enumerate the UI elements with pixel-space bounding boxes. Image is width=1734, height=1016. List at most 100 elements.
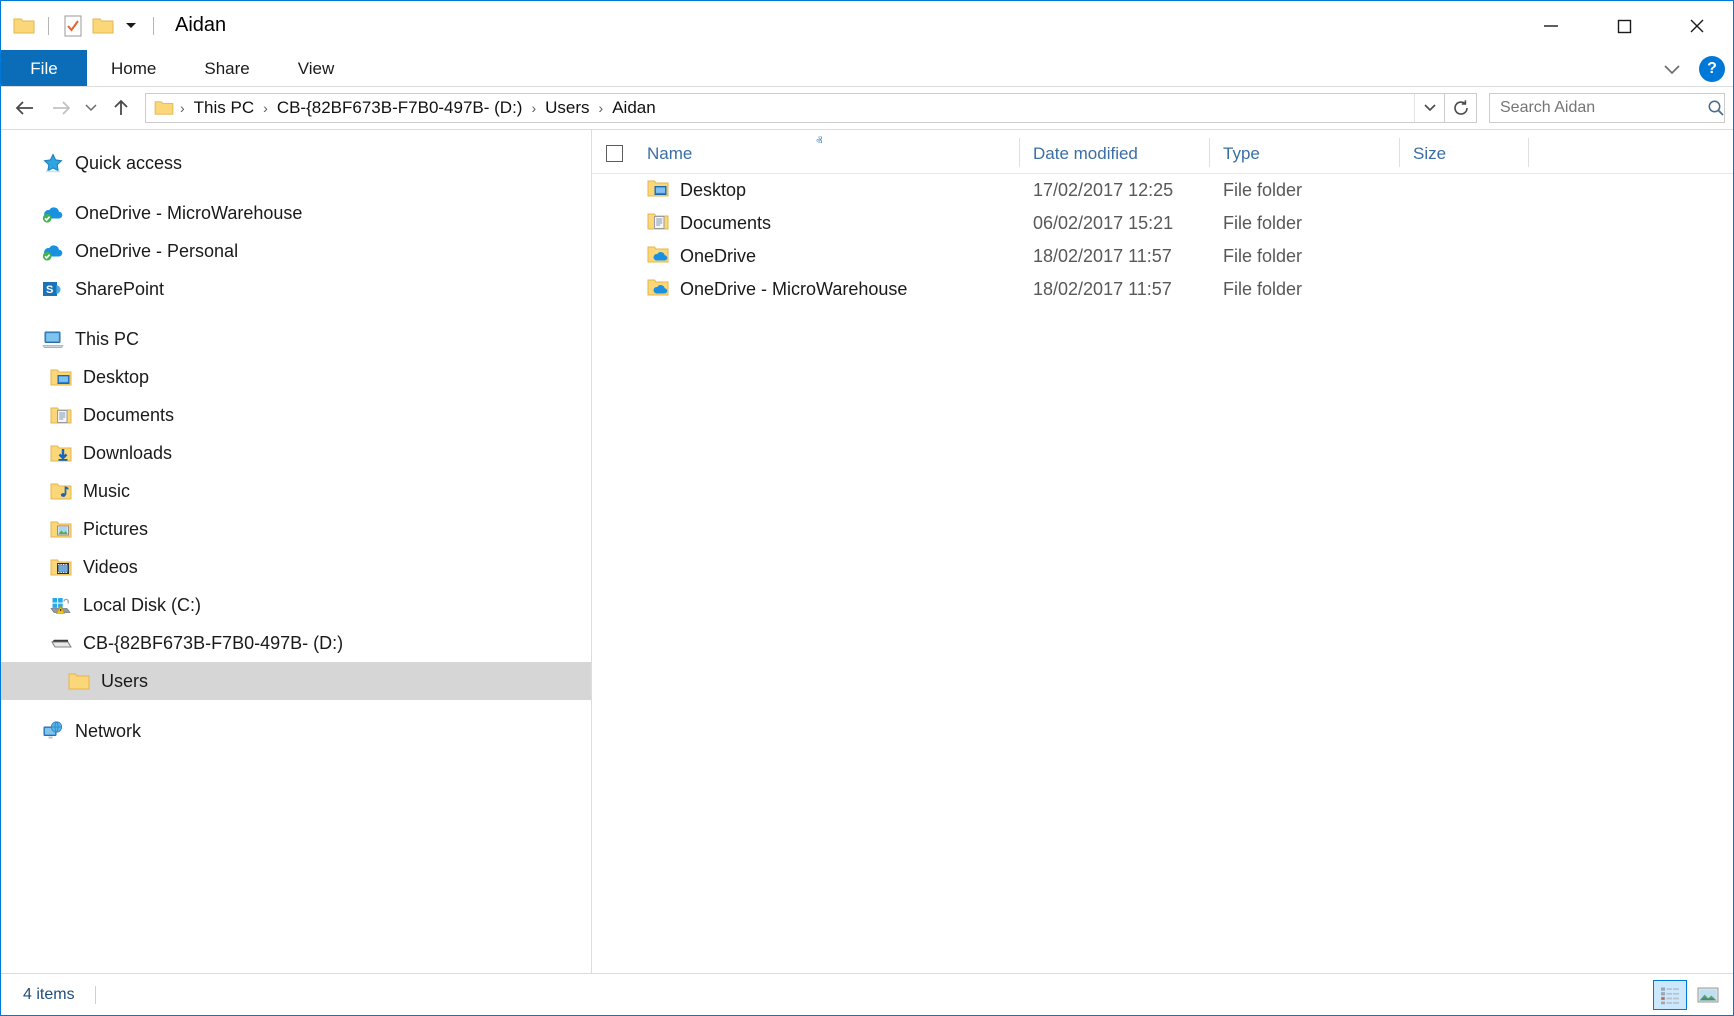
file-name-cell[interactable]: Desktop [592,179,1019,203]
table-row[interactable]: OneDrive 18/02/2017 11:57 File folder [592,240,1733,273]
tab-file[interactable]: File [1,50,87,87]
minimize-button[interactable] [1514,1,1587,50]
breadcrumb-item-users[interactable]: Users [540,96,594,120]
file-type-cell: File folder [1223,213,1303,233]
breadcrumb-item-drive-d[interactable]: CB-{82BF673B-F7B0-497B- (D:) [272,96,528,120]
file-name-label: Desktop [680,180,747,200]
tab-share[interactable]: Share [180,50,273,87]
details-view-button[interactable] [1653,980,1687,1010]
sidebar-item-label: OneDrive - MicroWarehouse [75,202,303,223]
sidebar-item-local-disk-c[interactable]: Local Disk (C:) [1,586,591,624]
column-divider[interactable] [1209,138,1210,167]
column-header-size[interactable]: Size [1399,130,1529,173]
onedrive-folder-icon [647,278,669,302]
new-folder-icon[interactable] [90,13,116,39]
address-dropdown-icon[interactable] [1414,94,1444,122]
file-date-cell: 18/02/2017 11:57 [1033,279,1172,299]
search-input[interactable] [1500,99,1707,117]
table-row[interactable]: Documents 06/02/2017 15:21 File folder [592,207,1733,240]
sidebar-item-quick-access[interactable]: Quick access [1,144,591,182]
maximize-button[interactable] [1587,1,1660,50]
column-divider[interactable] [1399,138,1400,167]
search-icon[interactable] [1707,99,1725,117]
column-header-label: Name [647,144,693,163]
sidebar-item-label: Downloads [83,442,173,463]
sidebar-item-music[interactable]: Music [1,472,591,510]
breadcrumb-item-aidan[interactable]: Aidan [607,96,660,120]
breadcrumb-separator: › [263,100,268,116]
help-button[interactable]: ? [1699,55,1725,82]
column-divider[interactable] [1528,138,1529,167]
sidebar-item-label: This PC [75,328,140,349]
file-type-cell: File folder [1223,279,1303,299]
chevron-down-icon[interactable] [1655,54,1689,84]
sidebar-item-label: SharePoint [75,278,165,299]
column-divider[interactable] [1019,138,1020,167]
sidebar-item-this-pc[interactable]: This PC [1,320,591,358]
sidebar-item-pictures[interactable]: Pictures [1,510,591,548]
column-header-type[interactable]: Type [1209,130,1399,173]
folder-properties-icon[interactable] [60,13,86,39]
sidebar-item-onedrive-personal[interactable]: OneDrive - Personal [1,232,591,270]
onedrive-folder-icon [647,245,669,269]
file-name-label: Documents [680,213,772,233]
back-button[interactable] [7,92,43,124]
breadcrumb-folder-icon[interactable] [152,100,176,116]
up-button[interactable] [103,92,139,124]
customize-qat-caret-icon[interactable] [120,14,142,38]
sidebar-item-label: Documents [83,404,175,425]
file-list-pane: ⱏ Name Date modified Type Size Desktop 1… [592,130,1733,973]
file-name-cell[interactable]: OneDrive - MicroWarehouse [592,278,1019,302]
breadcrumb-item-this-pc[interactable]: This PC [189,96,259,120]
file-explorer-window: Aidan File Home Share View ? › This PC ›… [0,0,1734,1016]
ribbon-tabs: File Home Share View ? [1,50,1733,87]
column-header-date-modified[interactable]: Date modified [1019,130,1209,173]
sidebar-item-label: Videos [83,556,138,577]
ribbon-right-controls: ? [1655,50,1725,87]
recent-locations-button[interactable] [79,92,103,124]
quick-access-toolbar [1,13,161,39]
sidebar-item-sharepoint[interactable]: S SharePoint [1,270,591,308]
tab-view[interactable]: View [274,50,359,87]
status-bar: 4 items [1,973,1733,1015]
forward-button[interactable] [43,92,79,124]
file-name-cell[interactable]: OneDrive [592,245,1019,269]
sidebar-item-network[interactable]: Network [1,712,591,750]
sort-ascending-icon: ⱏ [816,133,823,148]
table-row[interactable]: OneDrive - MicroWarehouse 18/02/2017 11:… [592,273,1733,306]
file-rows: Desktop 17/02/2017 12:25 File folder Doc… [592,174,1733,973]
desktop-folder-icon [647,179,669,203]
column-headers: ⱏ Name Date modified Type Size [592,130,1733,174]
file-name-label: OneDrive - MicroWarehouse [680,279,908,299]
close-button[interactable] [1660,1,1733,50]
sidebar-item-desktop[interactable]: Desktop [1,358,591,396]
navigation-pane[interactable]: Quick access OneDrive - MicroWarehouse O… [1,130,592,973]
sidebar-item-onedrive-microwarehouse[interactable]: OneDrive - MicroWarehouse [1,194,591,232]
item-count-label: 4 items [23,985,75,1003]
sidebar-item-drive-d[interactable]: CB-{82BF673B-F7B0-497B- (D:) [1,624,591,662]
table-row[interactable]: Desktop 17/02/2017 12:25 File folder [592,174,1733,207]
pictures-folder-icon [49,517,73,541]
column-header-name[interactable]: ⱏ Name [592,130,1019,173]
downloads-folder-icon [49,441,73,465]
address-input[interactable]: › This PC › CB-{82BF673B-F7B0-497B- (D:)… [145,93,1445,123]
sidebar-item-label: Desktop [83,366,150,387]
sidebar-item-documents[interactable]: Documents [1,396,591,434]
large-icons-view-button[interactable] [1691,980,1725,1010]
title-divider [153,16,154,35]
refresh-button[interactable] [1445,93,1477,123]
sidebar-item-downloads[interactable]: Downloads [1,434,591,472]
file-name-cell[interactable]: Documents [592,212,1019,236]
breadcrumb-separator: › [180,100,185,116]
desktop-folder-icon [49,365,73,389]
status-divider [94,985,96,1004]
tab-home[interactable]: Home [87,50,180,87]
sidebar-item-videos[interactable]: Videos [1,548,591,586]
search-box[interactable] [1489,93,1725,123]
sidebar-item-users[interactable]: Users [1,662,591,700]
address-bar: › This PC › CB-{82BF673B-F7B0-497B- (D:)… [1,87,1733,129]
file-type-cell: File folder [1223,180,1303,200]
view-buttons [1653,974,1725,1016]
svg-text:S: S [46,284,53,296]
